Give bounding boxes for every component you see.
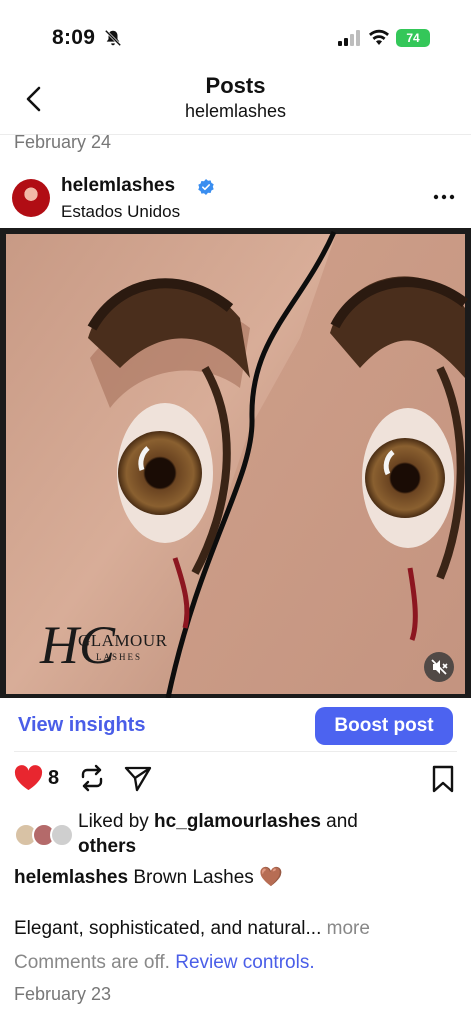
caption-text: Brown Lashes 🤎 — [128, 867, 283, 888]
battery-icon: 74 — [396, 29, 430, 47]
wifi-icon — [369, 29, 389, 45]
post-date: February 23 — [14, 984, 112, 1004]
liker-avatars[interactable] — [14, 823, 76, 849]
caption-line: helemlashes Brown Lashes 🤎 — [14, 865, 283, 889]
liker-avatar — [50, 823, 74, 847]
mute-button[interactable] — [424, 652, 454, 682]
liked-by-user[interactable]: hc_glamourlashes — [154, 811, 321, 832]
verified-badge-icon — [198, 179, 214, 195]
post-location[interactable]: Estados Unidos — [61, 202, 180, 222]
caption-author[interactable]: helemlashes — [14, 867, 128, 888]
liked-by-and: and — [320, 811, 358, 832]
caption-body-text: Elegant, sophisticated, and natural... — [14, 918, 327, 939]
share-send-icon[interactable] — [124, 764, 152, 792]
liked-by-text: Liked by hc_glamourlashes and — [78, 811, 358, 833]
battery-level: 74 — [406, 31, 420, 45]
heart-icon[interactable] — [14, 765, 43, 791]
boost-post-button[interactable]: Boost post — [315, 707, 453, 745]
actions-divider — [14, 751, 457, 752]
avatar[interactable] — [12, 179, 50, 217]
lash-photo-illustration: HC GLAMOUR LASHES — [6, 230, 469, 698]
watermark-sub: LASHES — [96, 652, 142, 662]
more-options-icon[interactable] — [432, 188, 456, 206]
liked-by-prefix: Liked by — [78, 811, 155, 832]
post-photo[interactable]: HC GLAMOUR LASHES — [0, 228, 471, 698]
repost-icon[interactable] — [78, 764, 106, 792]
previous-post-date: February 24 — [14, 132, 112, 152]
bookmark-icon[interactable] — [431, 765, 455, 793]
signal-icon — [338, 30, 360, 46]
post-author[interactable]: helemlashes — [61, 175, 175, 197]
status-time: 8:09 — [52, 26, 96, 49]
watermark-brand: GLAMOUR — [78, 631, 168, 650]
review-controls-link[interactable]: Review controls. — [175, 952, 314, 973]
speaker-muted-icon — [431, 659, 448, 675]
comments-off-text: Comments are off. — [14, 952, 176, 973]
page-subtitle: helemlashes — [184, 101, 287, 121]
caption-more-link[interactable]: more — [327, 918, 370, 939]
view-insights-link[interactable]: View insights — [18, 714, 145, 737]
like-count[interactable]: 8 — [48, 767, 59, 790]
page-title: Posts — [205, 73, 266, 98]
liked-by-others[interactable]: others — [78, 836, 136, 858]
bell-off-icon — [104, 29, 122, 47]
comments-status: Comments are off. Review controls. — [14, 952, 315, 974]
caption-body: Elegant, sophisticated, and natural... m… — [14, 918, 370, 940]
